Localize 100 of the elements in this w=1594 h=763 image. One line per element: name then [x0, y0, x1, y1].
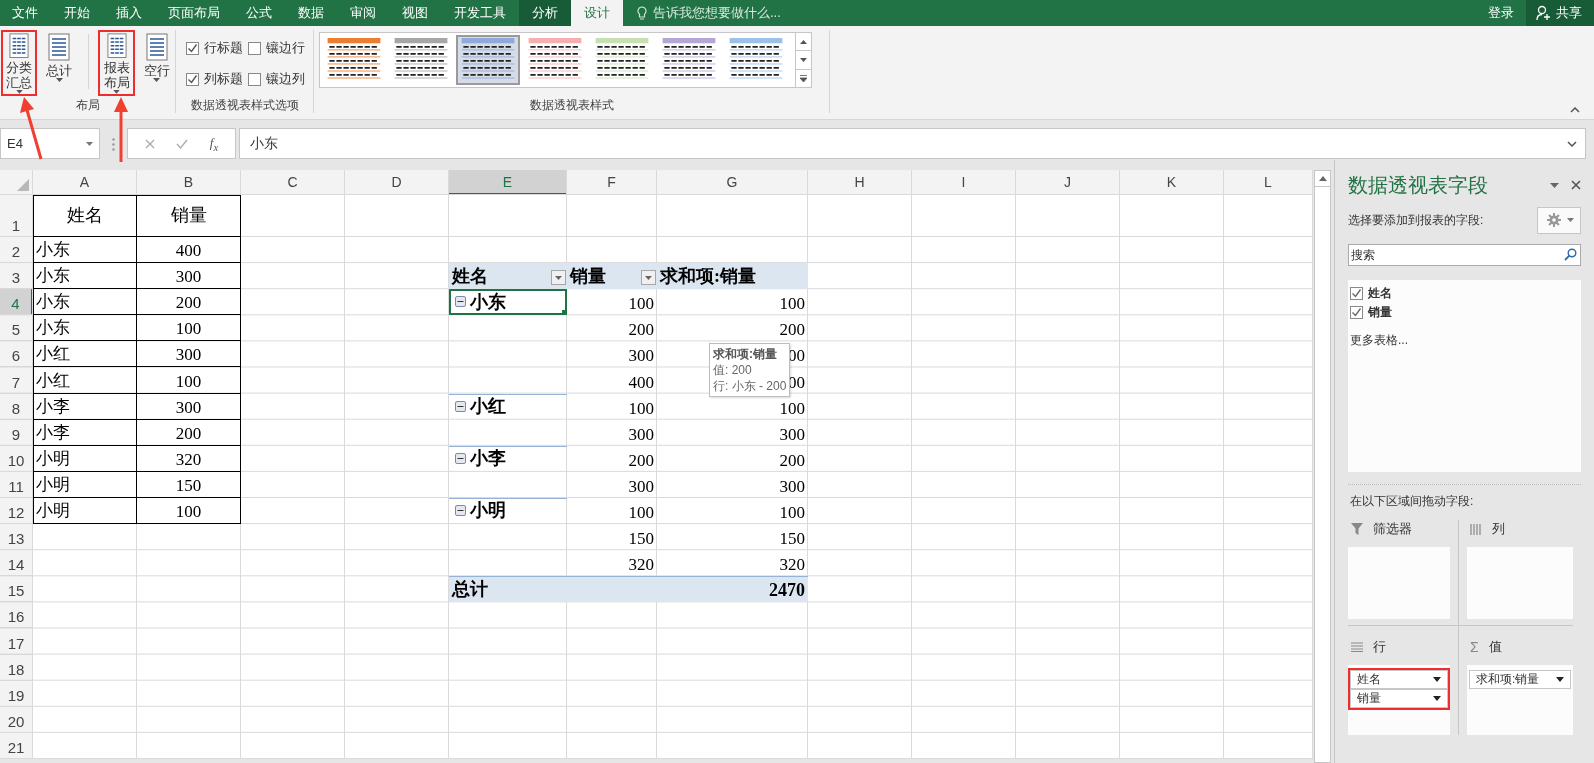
caret-icon — [645, 275, 652, 280]
column-header[interactable]: D — [345, 170, 449, 195]
table-cell: 300 — [137, 263, 241, 290]
field-checkbox[interactable]: 姓名 — [1350, 284, 1392, 303]
ribbon-tab[interactable]: 插入 — [103, 0, 155, 26]
ribbon-button[interactable]: 空行 — [138, 30, 175, 96]
close-icon[interactable] — [1571, 180, 1581, 190]
ribbon-button[interactable]: 报表布局 — [98, 30, 135, 96]
checkbox[interactable]: 行标题 — [186, 39, 248, 57]
row-header[interactable]: 1 — [0, 195, 33, 237]
ribbon-tab[interactable]: 文件 — [0, 0, 51, 26]
table-cell: 300 — [137, 341, 241, 368]
row-header[interactable]: 13 — [0, 524, 33, 551]
insert-function-button[interactable]: f$_{x}$ — [209, 134, 219, 153]
name-box[interactable]: E4 — [0, 128, 100, 159]
field-chip[interactable]: 姓名 — [1350, 670, 1448, 689]
field-checkbox[interactable]: 销量 — [1350, 303, 1392, 322]
row-header[interactable]: 14 — [0, 550, 33, 577]
collapse-ribbon-icon[interactable] — [1570, 107, 1580, 113]
table-cell: 小明 — [33, 471, 137, 498]
table-cell: 小明 — [33, 497, 137, 525]
search-field[interactable]: 搜索 — [1348, 244, 1581, 266]
drop-area[interactable]: 求和项:销量 — [1467, 665, 1573, 735]
pivot-value-cell-text: 200 — [778, 319, 806, 342]
column-header[interactable]: C — [241, 170, 345, 195]
group-label: 数据透视表样式 — [528, 97, 615, 113]
pivot-value-cell-text: 100 — [627, 502, 655, 525]
caret-icon — [555, 275, 562, 280]
ribbon-tab[interactable]: 视图 — [389, 0, 441, 26]
drag-handle-icon[interactable] — [112, 137, 115, 151]
ribbon-tab[interactable]: 开始 — [51, 0, 103, 26]
table-cell: 小红 — [33, 341, 137, 368]
column-header[interactable]: A — [33, 170, 137, 195]
table-header-cell: 销量 — [137, 195, 241, 237]
pivot-value-cell-text: 320 — [778, 554, 806, 577]
formula-field[interactable]: 小东 — [239, 128, 1586, 159]
lightbulb-icon — [637, 5, 647, 21]
pivot-value-cell-text: 100 — [778, 397, 806, 420]
drop-area[interactable]: 姓名 销量 — [1348, 665, 1450, 735]
more-tables-link[interactable]: 更多表格... — [1350, 332, 1408, 349]
caret-icon[interactable] — [1550, 182, 1559, 188]
ribbon-tab[interactable]: 数据 — [285, 0, 337, 26]
pivot-value-cell-text: 100 — [778, 293, 806, 316]
row-header[interactable]: 4 — [0, 289, 33, 316]
column-header[interactable]: E — [449, 170, 567, 195]
column-header[interactable]: F — [567, 170, 657, 195]
table-cell: 100 — [137, 497, 241, 525]
settings-button[interactable] — [1537, 206, 1581, 234]
tell-me-box[interactable]: 告诉我您想要做什么... — [637, 0, 781, 26]
pivot-value-cell-text: 100 — [627, 397, 655, 420]
column-header[interactable]: B — [137, 170, 241, 195]
filter-dropdown-button[interactable] — [641, 270, 656, 286]
vertical-scrollbar[interactable] — [1314, 170, 1331, 763]
caret-down-icon — [800, 58, 807, 62]
area-label: 列 — [1492, 520, 1505, 538]
table-cell: 200 — [137, 419, 241, 446]
ribbon-tab[interactable]: 审阅 — [337, 0, 389, 26]
row-header[interactable]: 5 — [0, 315, 33, 342]
row-header[interactable]: 3 — [0, 263, 33, 290]
drag-prompt: 在以下区域间拖动字段: — [1349, 493, 1475, 510]
field-chip[interactable]: 求和项:销量 — [1469, 670, 1571, 689]
pivot-value-cell-text: 200 — [627, 449, 655, 472]
caret-up-icon[interactable] — [1318, 176, 1327, 181]
collapse-icon[interactable] — [455, 400, 466, 412]
pivot-value-cell-text: 100 — [778, 502, 806, 525]
column-header[interactable]: H — [808, 170, 912, 195]
share-button[interactable]: 共享 — [1526, 0, 1594, 26]
caret-icon — [86, 141, 93, 146]
collapse-icon[interactable] — [455, 452, 466, 464]
check-icon — [1351, 288, 1362, 299]
triangle-icon — [17, 179, 29, 191]
collapse-icon[interactable] — [455, 296, 466, 308]
checkbox[interactable]: 列标题 — [186, 70, 248, 88]
filter-dropdown-button[interactable] — [551, 270, 566, 286]
table-cell: 小东 — [33, 263, 137, 290]
ribbon-button[interactable]: 总计 — [41, 30, 78, 96]
ribbon-button[interactable]: 分类汇总 — [1, 30, 38, 96]
table-cell: 小东 — [33, 289, 137, 316]
table-style-swatch[interactable] — [456, 35, 520, 85]
ribbon-tab[interactable]: 页面布局 — [155, 0, 233, 26]
ribbon-tab[interactable]: 分析 — [519, 0, 571, 26]
ribbon-tab[interactable]: 公式 — [233, 0, 285, 26]
column-header[interactable]: L — [1224, 170, 1313, 195]
table-cell: 小东 — [33, 237, 137, 264]
column-header[interactable]: I — [912, 170, 1016, 195]
row-header[interactable]: 15 — [0, 576, 33, 603]
column-header[interactable]: G — [657, 170, 808, 195]
collapse-icon[interactable] — [455, 505, 466, 516]
ribbon-tab[interactable]: 设计 — [571, 0, 623, 26]
caret-icon — [55, 78, 63, 82]
ribbon-tab[interactable]: 开发工具 — [441, 0, 519, 26]
checkbox[interactable]: 镶边列 — [248, 70, 314, 88]
column-header[interactable]: J — [1016, 170, 1120, 195]
row-header[interactable]: 2 — [0, 237, 33, 264]
check-icon — [187, 73, 198, 85]
sign-in-link[interactable]: 登录 — [1476, 0, 1526, 26]
table-cell: 小东 — [33, 315, 137, 342]
checkbox[interactable]: 镶边行 — [248, 39, 314, 57]
field-chip[interactable]: 销量 — [1350, 689, 1448, 708]
column-header[interactable]: K — [1120, 170, 1224, 195]
